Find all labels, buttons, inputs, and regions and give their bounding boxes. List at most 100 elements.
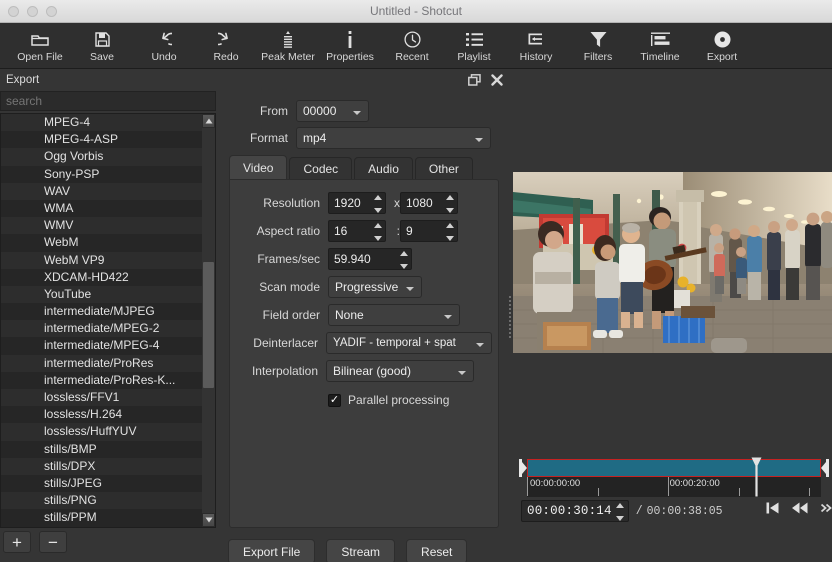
parallel-processing-checkbox[interactable]: ✓	[328, 393, 341, 407]
field-order-select[interactable]: None	[328, 304, 460, 326]
preset-list[interactable]: MPEG-4 MPEG-4-ASP Ogg Vorbis Sony-PSP WAV WMA…	[0, 113, 216, 528]
preset-list-item[interactable]: XDCAM-HD422	[1, 268, 202, 286]
scroll-down-button[interactable]	[202, 513, 215, 527]
preset-list-item[interactable]: lossless/FFV1	[1, 389, 202, 407]
toolbar-button-save[interactable]: Save	[71, 23, 133, 69]
time-ruler[interactable]: 00:00:00:00 00:00:20:00	[527, 477, 821, 497]
tab-other[interactable]: Other	[414, 157, 473, 180]
preset-list-item[interactable]: stills/DPX	[1, 457, 202, 475]
spinner-arrows[interactable]	[444, 223, 455, 241]
preset-list-item[interactable]: intermediate/MPEG-4	[1, 337, 202, 355]
toolbar-button-peak-meter[interactable]: Peak Meter	[257, 23, 319, 69]
toolbar-button-recent[interactable]: Recent	[381, 23, 443, 69]
add-preset-button[interactable]: +	[3, 531, 31, 553]
preset-list-item[interactable]: stills/TGA	[1, 526, 202, 527]
reset-button[interactable]: Reset	[406, 539, 468, 562]
preset-list-item[interactable]: stills/PPM	[1, 509, 202, 527]
aspect-height-input[interactable]: 9	[400, 220, 458, 242]
toolbar-button-playlist[interactable]: Playlist	[443, 23, 505, 69]
skip-to-start-icon[interactable]	[766, 502, 779, 514]
preset-list-item[interactable]: YouTube	[1, 285, 202, 304]
out-point-marker[interactable]	[821, 459, 830, 477]
parallel-processing-label: Parallel processing	[348, 393, 450, 407]
position-spinner-arrows[interactable]	[615, 503, 626, 521]
format-select[interactable]: mp4	[296, 127, 491, 149]
spinner-arrows[interactable]	[372, 223, 383, 241]
preset-list-item[interactable]: WMV	[1, 217, 202, 235]
window-controls[interactable]	[8, 6, 57, 17]
preset-list-item[interactable]: MPEG-4-ASP	[1, 131, 202, 149]
preset-list-item[interactable]: intermediate/ProRes	[1, 354, 202, 372]
toolbar-label: Undo	[151, 50, 177, 63]
spinner-arrows[interactable]	[398, 251, 409, 269]
search-input[interactable]	[0, 91, 216, 111]
deinterlacer-select[interactable]: YADIF - temporal + spat	[326, 332, 492, 354]
interpolation-select[interactable]: Bilinear (good)	[326, 360, 474, 382]
preset-list-item[interactable]: intermediate/MPEG-2	[1, 320, 202, 338]
scrollbar-thumb[interactable]	[203, 262, 214, 388]
aspect-width-input[interactable]: 16	[328, 220, 386, 242]
preset-list-item[interactable]: WAV	[1, 182, 202, 200]
toolbar-button-history[interactable]: History	[505, 23, 567, 69]
toolbar-button-timeline[interactable]: Timeline	[629, 23, 691, 69]
float-window-icon[interactable]	[467, 73, 481, 87]
player-scrubber[interactable]: 00:00:00:00 00:00:20:00	[518, 457, 830, 497]
redo-arrow-icon	[218, 30, 234, 49]
preset-list-item[interactable]: Sony-PSP	[1, 165, 202, 183]
export-file-button[interactable]: Export File	[228, 539, 316, 562]
scan-mode-label: Scan mode	[259, 280, 320, 294]
preset-list-item[interactable]: MPEG-4	[1, 114, 202, 132]
preset-sidebar: MPEG-4MPEG-4-ASPOgg VorbisSony-PSPWAVWMA…	[0, 91, 218, 562]
current-position-input[interactable]: 00:00:30:14	[521, 500, 629, 522]
preset-list-item[interactable]: WMA	[1, 199, 202, 218]
toolbar-button-properties[interactable]: Properties	[319, 23, 381, 69]
spinner-arrows[interactable]	[444, 195, 455, 213]
stream-button[interactable]: Stream	[326, 539, 396, 562]
toolbar-label: Export	[706, 50, 738, 63]
remove-preset-button[interactable]: −	[39, 531, 67, 553]
preset-list-item[interactable]: intermediate/ProRes-K...	[1, 371, 202, 389]
timeline-icon	[650, 30, 670, 49]
in-point-marker[interactable]	[518, 459, 527, 477]
toolbar-button-filters[interactable]: Filters	[567, 23, 629, 69]
resolution-width-input[interactable]: 1920	[328, 192, 386, 214]
toolbar-button-redo[interactable]: Redo	[195, 23, 257, 69]
folder-icon	[31, 30, 49, 49]
main-toolbar: Open File Save Undo Redo Peak Meter Prop…	[0, 23, 832, 69]
preset-list-item[interactable]: intermediate/MJPEG	[1, 303, 202, 321]
preset-list-item[interactable]: stills/PNG	[1, 492, 202, 510]
preset-list-item[interactable]: stills/BMP	[1, 440, 202, 458]
preset-list-scrollbar[interactable]	[202, 114, 215, 527]
toolbar-button-undo[interactable]: Undo	[133, 23, 195, 69]
scan-mode-select[interactable]: Progressive	[328, 276, 422, 298]
scrubber-bar[interactable]	[527, 459, 821, 477]
spinner-arrows[interactable]	[372, 195, 383, 213]
scroll-up-button[interactable]	[202, 114, 215, 128]
preset-list-item[interactable]: Ogg Vorbis	[1, 148, 202, 166]
from-value: 00000	[303, 104, 337, 118]
from-select[interactable]: 00000	[296, 100, 369, 122]
resolution-height-input[interactable]: 1080	[400, 192, 458, 214]
close-icon[interactable]	[490, 73, 504, 87]
export-tabs: Video Codec Audio Other	[229, 155, 475, 180]
preset-list-item[interactable]: WebM	[1, 234, 202, 252]
preset-list-item[interactable]: WebM VP9	[1, 251, 202, 269]
preset-list-item[interactable]: lossless/HuffYUV	[1, 423, 202, 441]
toolbar-label: Save	[90, 50, 114, 63]
ruler-label-mid: 00:00:20:00	[669, 478, 720, 489]
video-preview[interactable]	[513, 172, 832, 353]
rewind-icon[interactable]	[792, 502, 808, 514]
toolbar-button-export[interactable]: Export	[691, 23, 753, 69]
tab-video[interactable]: Video	[229, 155, 288, 180]
frames-per-sec-input[interactable]: 59.940	[328, 248, 412, 270]
minimize-window-button[interactable]	[27, 6, 38, 17]
frames-per-sec-value: 59.940	[334, 252, 371, 266]
maximize-window-button[interactable]	[46, 6, 57, 17]
preset-list-item[interactable]: stills/JPEG	[1, 474, 202, 493]
tab-audio[interactable]: Audio	[354, 157, 413, 180]
fast-forward-icon[interactable]	[821, 502, 832, 514]
toolbar-button-open-file[interactable]: Open File	[9, 23, 71, 69]
preset-list-item[interactable]: lossless/H.264	[1, 406, 202, 424]
close-window-button[interactable]	[8, 6, 19, 17]
tab-codec[interactable]: Codec	[289, 157, 353, 180]
